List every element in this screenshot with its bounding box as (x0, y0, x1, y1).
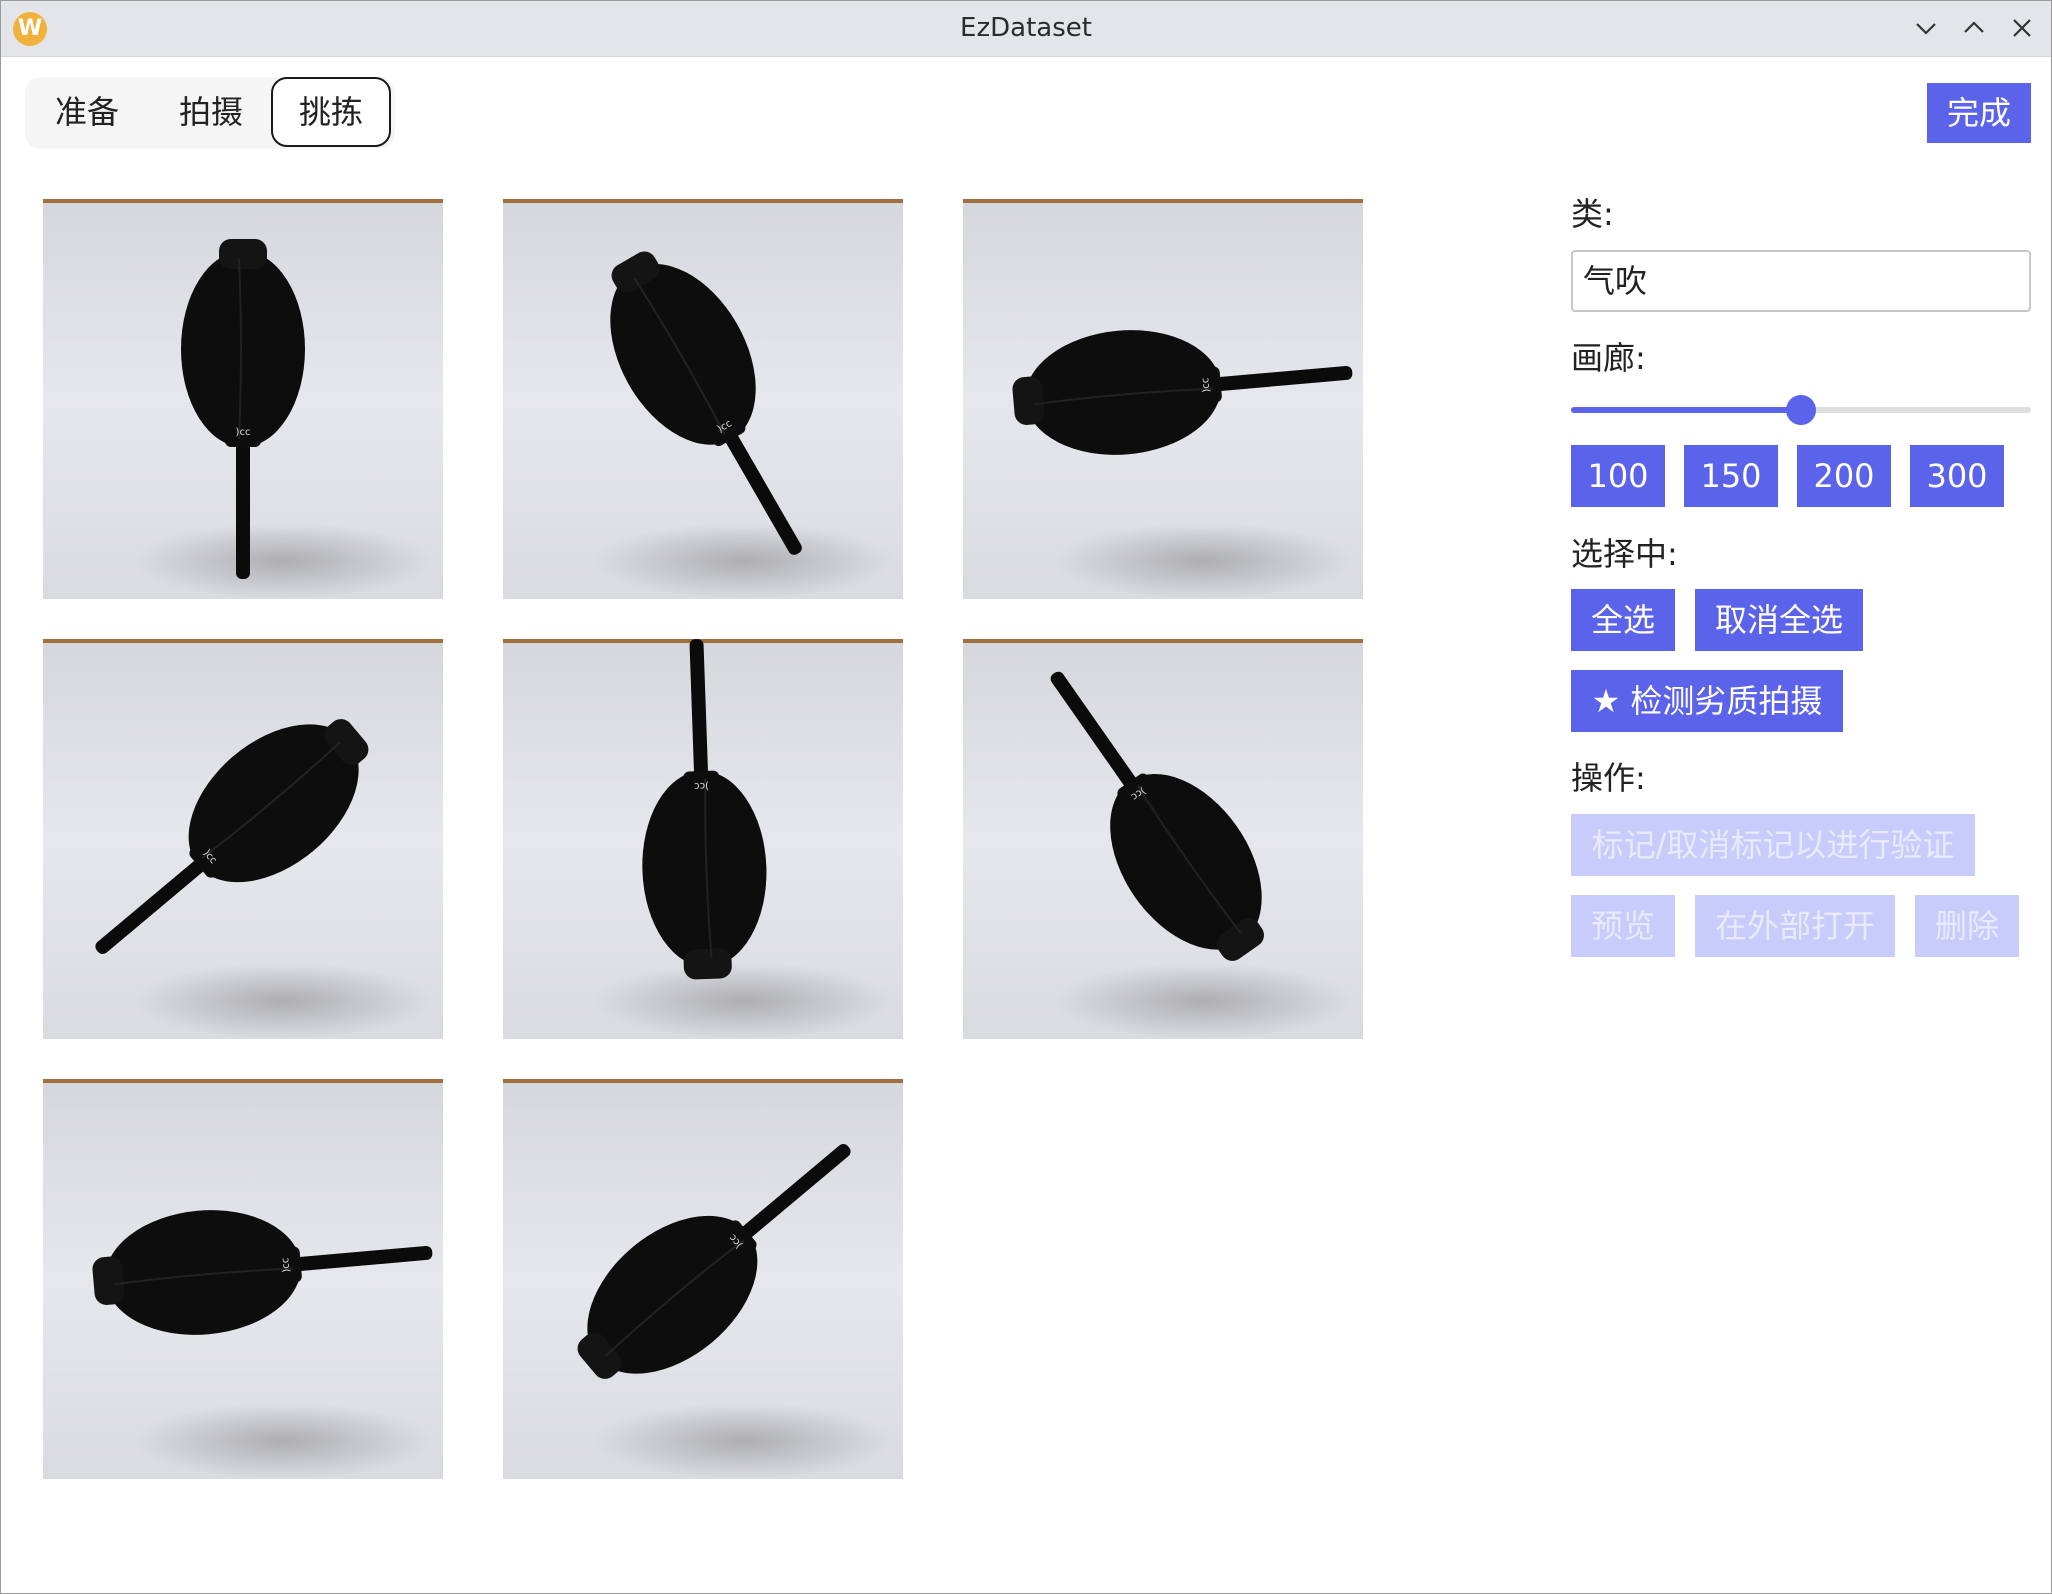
tab-prepare[interactable]: 准备 (27, 77, 147, 147)
mode-tabs: 准备 拍摄 挑拣 (25, 77, 395, 149)
actions-label: 操作: (1571, 759, 1646, 797)
deselect-all-button[interactable]: 取消全选 (1695, 589, 1863, 651)
mark-validation-button[interactable]: 标记/取消标记以进行验证 (1571, 814, 1975, 876)
svg-text:)cc: )cc (280, 1257, 292, 1273)
class-input[interactable]: 气吹 (1571, 250, 2031, 312)
finish-button[interactable]: 完成 (1927, 83, 2031, 143)
window-title: EzDataset (960, 13, 1092, 43)
gallery-image[interactable]: )cc (503, 199, 903, 599)
size-100-button[interactable]: 100 (1571, 445, 1665, 507)
size-200-button[interactable]: 200 (1797, 445, 1891, 507)
gallery-label: 画廊: (1571, 339, 1646, 377)
selecting-label: 选择中: (1571, 535, 1678, 573)
tab-capture[interactable]: 拍摄 (151, 77, 271, 147)
detect-bad-shots-button[interactable]: ★ 检测劣质拍摄 (1571, 670, 1843, 732)
title-bar: W EzDataset (1, 1, 2051, 57)
open-external-button[interactable]: 在外部打开 (1695, 895, 1895, 957)
gallery-image[interactable]: )cc (963, 199, 1363, 599)
gallery-image[interactable]: )cc (43, 1079, 443, 1479)
close-icon[interactable] (2007, 13, 2037, 43)
svg-text:)cc: )cc (236, 427, 251, 438)
app-window: W EzDataset 准备 拍摄 挑拣 完成 )cc)cc)cc)cc)cc)… (0, 0, 2052, 1594)
gallery-image[interactable]: )cc (963, 639, 1363, 1039)
size-300-button[interactable]: 300 (1910, 445, 2004, 507)
gallery-size-slider[interactable] (1571, 395, 2031, 425)
gallery-image[interactable]: )cc (43, 199, 443, 599)
delete-button[interactable]: 删除 (1915, 895, 2019, 957)
gallery-image[interactable]: )cc (43, 639, 443, 1039)
svg-text:)cc: )cc (1200, 377, 1212, 393)
maximize-icon[interactable] (1959, 13, 1989, 43)
class-label: 类: (1571, 195, 1614, 233)
slider-handle[interactable] (1786, 395, 1816, 425)
preview-button[interactable]: 预览 (1571, 895, 1675, 957)
gallery-image[interactable]: )cc (503, 639, 903, 1039)
tab-pick[interactable]: 挑拣 (271, 77, 391, 147)
select-all-button[interactable]: 全选 (1571, 589, 1675, 651)
size-150-button[interactable]: 150 (1684, 445, 1778, 507)
gallery-image[interactable]: )cc (503, 1079, 903, 1479)
slider-fill (1571, 407, 1801, 413)
svg-text:)cc: )cc (694, 780, 709, 792)
minimize-icon[interactable] (1911, 13, 1941, 43)
